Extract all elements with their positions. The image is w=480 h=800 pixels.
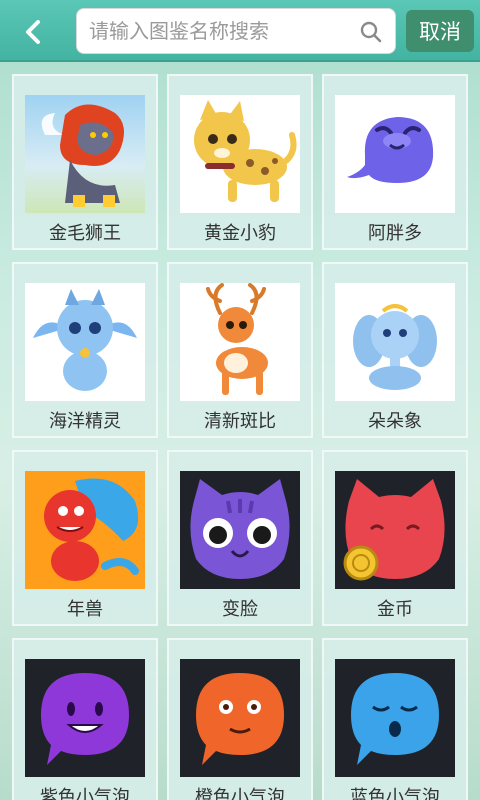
purple-bubble-image — [25, 659, 145, 777]
fresh-bambi-image — [180, 283, 300, 401]
grid-item-label: 金毛狮王 — [49, 223, 121, 244]
back-button[interactable] — [14, 12, 54, 52]
gold-coin-image — [335, 471, 455, 589]
search-box[interactable] — [76, 8, 396, 54]
duoduo-elephant-image — [335, 283, 455, 401]
search-icon[interactable] — [359, 20, 383, 44]
cancel-button[interactable]: 取消 — [406, 10, 474, 52]
search-input[interactable] — [89, 9, 349, 53]
golden-lion-image — [25, 95, 145, 213]
grid-item-label: 蓝色小气泡 — [350, 787, 440, 800]
grid-item-face-change[interactable]: 变脸 — [167, 450, 313, 626]
grid-item-label: 清新斑比 — [204, 411, 276, 432]
grid-item-fresh-bambi[interactable]: 清新斑比 — [167, 262, 313, 438]
grid-item-ocean-sprite[interactable]: 海洋精灵 — [12, 262, 158, 438]
grid-item-label: 金币 — [377, 599, 413, 620]
grid-item-label: 海洋精灵 — [49, 411, 121, 432]
nian-beast-image — [25, 471, 145, 589]
grid-item-label: 黄金小豹 — [204, 223, 276, 244]
grid-item-gold-coin[interactable]: 金币 — [322, 450, 468, 626]
pokedex-grid: 金毛狮王 黄金小豹 阿胖多 海洋精灵 清新斑比 朵朵象 年兽 变脸 金币 紫色小… — [0, 62, 480, 800]
golden-leopard-image — [180, 95, 300, 213]
face-change-image — [180, 471, 300, 589]
grid-item-golden-leopard[interactable]: 黄金小豹 — [167, 74, 313, 250]
grid-item-nian-beast[interactable]: 年兽 — [12, 450, 158, 626]
chevron-left-icon — [26, 20, 40, 44]
grid-item-blue-bubble[interactable]: 蓝色小气泡 — [322, 638, 468, 800]
grid-item-label: 橙色小气泡 — [195, 787, 285, 800]
blue-bubble-image — [335, 659, 455, 777]
orange-bubble-image — [180, 659, 300, 777]
grid-item-label: 阿胖多 — [368, 223, 422, 244]
ocean-sprite-image — [25, 283, 145, 401]
grid-item-duoduo-elephant[interactable]: 朵朵象 — [322, 262, 468, 438]
grid-item-orange-bubble[interactable]: 橙色小气泡 — [167, 638, 313, 800]
grid-item-golden-lion[interactable]: 金毛狮王 — [12, 74, 158, 250]
apangduo-image — [335, 95, 455, 213]
grid-item-apangduo[interactable]: 阿胖多 — [322, 74, 468, 250]
top-bar: 取消 — [0, 0, 480, 62]
grid-item-label: 变脸 — [222, 599, 258, 620]
grid-item-label: 朵朵象 — [368, 411, 422, 432]
grid-item-label: 年兽 — [67, 599, 103, 620]
grid-item-purple-bubble[interactable]: 紫色小气泡 — [12, 638, 158, 800]
grid-item-label: 紫色小气泡 — [40, 787, 130, 800]
